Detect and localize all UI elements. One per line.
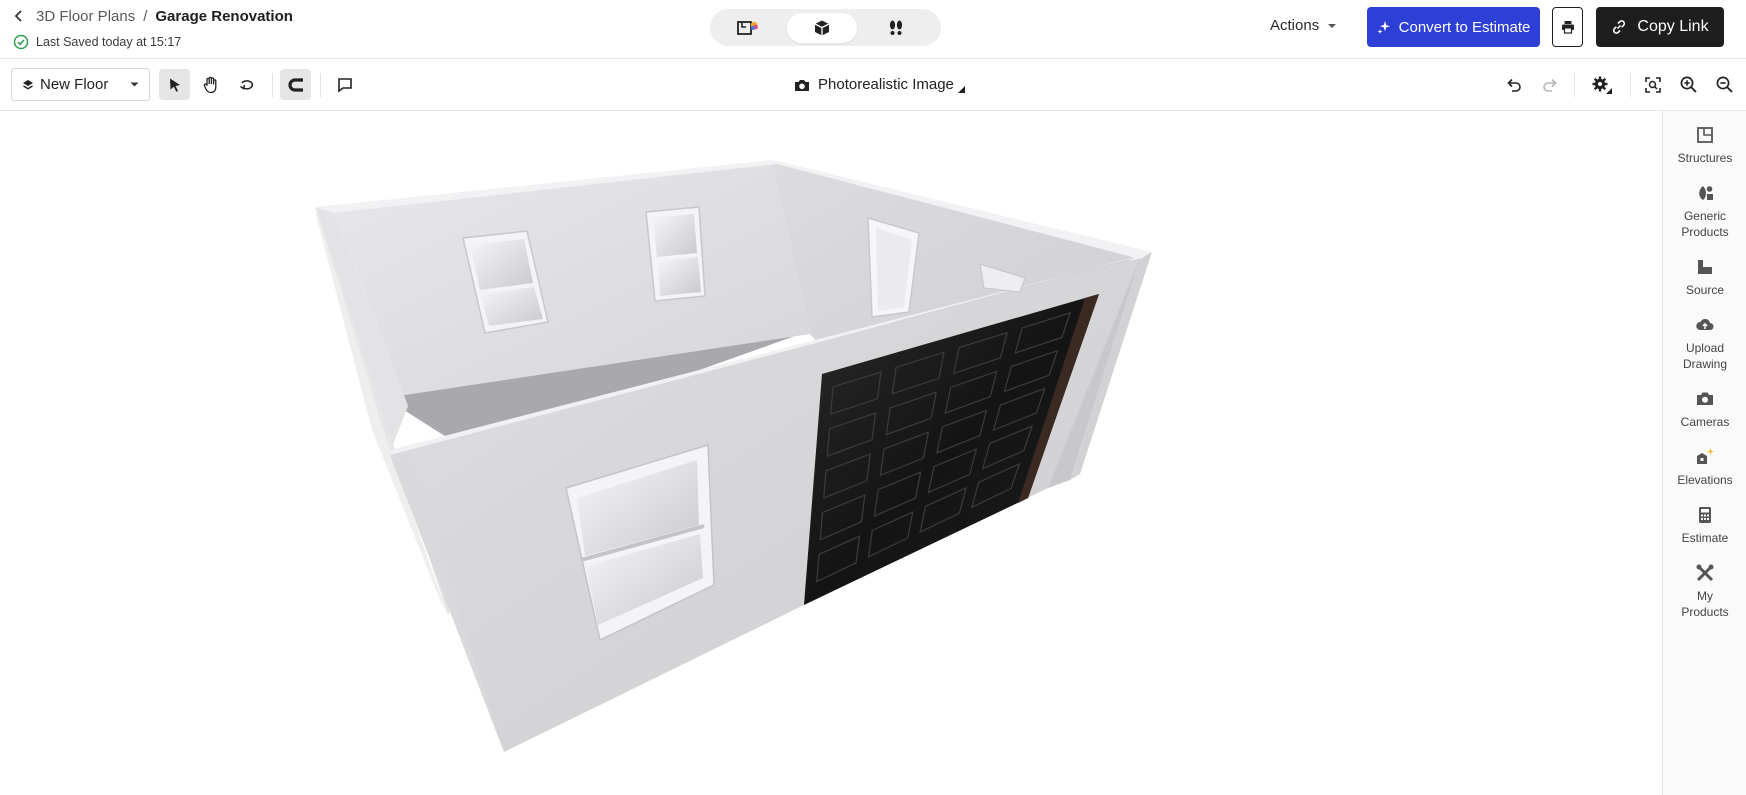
photorealistic-image-button[interactable]: Photorealistic Image [794, 76, 965, 93]
project-title: Garage Renovation [155, 7, 293, 25]
fit-screen-icon [1644, 76, 1661, 93]
panel-item-label: Estimate [1681, 531, 1729, 545]
comment-icon [337, 77, 352, 93]
panel-item-source[interactable]: Source [1663, 257, 1746, 298]
snap-toggle-button[interactable] [280, 69, 311, 100]
zoom-in-button[interactable] [1673, 69, 1704, 100]
caret-down-icon [130, 82, 139, 87]
my-products-icon [1696, 564, 1714, 582]
panel-item-label: Generic Products [1681, 209, 1729, 239]
cursor-arrow-icon [169, 78, 180, 92]
magnet-icon [287, 77, 303, 92]
camera-icon [795, 79, 809, 91]
convert-to-estimate-label: Convert to Estimate [1398, 18, 1531, 36]
zoom-in-icon [1680, 76, 1697, 93]
print-button[interactable] [1552, 7, 1583, 47]
settings-button[interactable] [1586, 69, 1617, 100]
back-chevron-icon[interactable] [10, 7, 28, 25]
panel-item-label: Source [1685, 283, 1725, 297]
floor-selector[interactable]: New Floor [11, 68, 150, 101]
hand-icon [203, 76, 216, 93]
back-window-2 [645, 206, 706, 302]
printer-icon [1561, 21, 1574, 34]
view-2d-button[interactable] [713, 13, 783, 43]
layers-icon [23, 79, 33, 90]
rotate-tool-button[interactable] [231, 69, 262, 100]
panel-item-label: Cameras [1680, 415, 1730, 429]
breadcrumb-separator: / [143, 7, 148, 25]
caret-down-icon [1328, 23, 1337, 28]
calculator-icon [1699, 507, 1711, 523]
floor-selector-label: New Floor [40, 76, 109, 93]
convert-to-estimate-button[interactable]: Convert to Estimate [1367, 7, 1540, 47]
2d-floorplan-icon [737, 20, 758, 35]
view-mode-switch [710, 9, 941, 46]
camera-icon [1697, 392, 1713, 405]
actions-menu[interactable]: Actions [1270, 17, 1337, 34]
view-walkthrough-button[interactable] [861, 13, 931, 43]
toolbar-divider [320, 73, 321, 97]
copy-link-label: Copy Link [1637, 18, 1709, 35]
structures-icon [1697, 127, 1713, 143]
redo-button[interactable] [1534, 69, 1565, 100]
gear-icon [1592, 76, 1612, 94]
view-3d-button[interactable] [787, 12, 857, 43]
generic-products-icon [1699, 186, 1713, 200]
save-status-text: Last Saved today at 15:17 [36, 35, 182, 49]
panel-item-cameras[interactable]: Cameras [1663, 389, 1746, 430]
undo-icon [1506, 78, 1521, 92]
orbit-icon [239, 79, 253, 90]
3d-viewport[interactable] [0, 111, 1662, 795]
upload-cloud-icon [1696, 318, 1714, 330]
toolbar-divider [1630, 73, 1631, 97]
redo-icon [1542, 78, 1557, 92]
breadcrumb-parent-link[interactable]: 3D Floor Plans [36, 8, 135, 25]
editor-toolbar: New Floor Photorealistic Image [0, 59, 1746, 111]
panel-item-my-products[interactable]: My Products [1663, 563, 1746, 620]
toolbar-divider [272, 73, 273, 97]
panel-item-label: Structures [1677, 151, 1733, 165]
zoom-out-icon [1716, 76, 1733, 93]
breadcrumb: 3D Floor Plans / Garage Renovation [10, 7, 293, 25]
panel-item-structures[interactable]: Structures [1663, 125, 1746, 166]
floor-plan-app: 3D Floor Plans / Garage Renovation Last … [0, 0, 1746, 795]
panel-item-generic-products[interactable]: Generic Products [1663, 183, 1746, 240]
panel-item-estimate[interactable]: Estimate [1663, 505, 1746, 546]
panel-item-label: My Products [1681, 589, 1729, 619]
zoom-out-button[interactable] [1709, 69, 1740, 100]
garage-3d-model[interactable] [0, 111, 1662, 795]
toolbar-divider [1574, 73, 1575, 97]
source-icon [1698, 260, 1712, 274]
panel-item-upload-drawing[interactable]: Upload Drawing [1663, 315, 1746, 372]
panel-item-elevations[interactable]: Elevations [1663, 447, 1746, 488]
pan-tool-button[interactable] [195, 69, 226, 100]
photorealistic-image-label: Photorealistic Image [818, 76, 954, 93]
copy-link-button[interactable]: Copy Link [1596, 7, 1724, 47]
save-status: Last Saved today at 15:17 [13, 34, 181, 50]
corner-triangle-icon [957, 86, 965, 93]
panel-item-label: Upload Drawing [1682, 341, 1727, 371]
select-tool-button[interactable] [159, 69, 190, 100]
link-icon [1613, 20, 1626, 34]
elevations-icon [1697, 448, 1714, 464]
3d-box-icon [814, 20, 830, 35]
panel-item-label: Elevations [1677, 473, 1733, 487]
actions-label: Actions [1270, 17, 1320, 34]
top-header: 3D Floor Plans / Garage Renovation Last … [0, 0, 1746, 59]
comment-tool-button[interactable] [329, 69, 360, 100]
sparkle-icon [1377, 21, 1390, 34]
saved-check-icon [13, 34, 29, 50]
undo-button[interactable] [1498, 69, 1529, 100]
right-tool-panel: Structures Generic Products Source Uploa… [1662, 111, 1746, 795]
fit-view-button[interactable] [1637, 69, 1668, 100]
walkthrough-icon [889, 20, 903, 35]
